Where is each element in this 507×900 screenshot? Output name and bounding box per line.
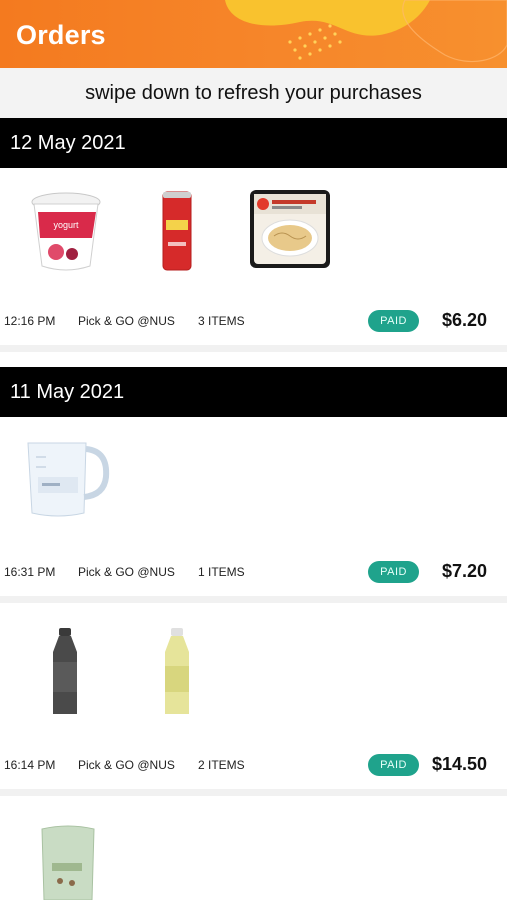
order-details: 16:14 PM Pick & GO @NUS 2 ITEMS PAID $14… — [0, 740, 507, 796]
soda-can-image — [162, 191, 192, 271]
order-amount: $7.20 — [441, 561, 487, 581]
order-details: 16:31 PM Pick & GO @NUS 1 ITEMS PAID $7.… — [0, 547, 507, 603]
page-title: Orders — [16, 20, 106, 50]
app-header: Orders — [0, 0, 507, 68]
order-card[interactable] — [0, 803, 507, 900]
status-badge: PAID — [368, 753, 419, 776]
measuring-jug-image — [27, 442, 110, 517]
svg-text:yogurt: yogurt — [53, 220, 79, 230]
status-badge: PAID — [368, 309, 419, 332]
order-time: 16:31 PM — [4, 564, 56, 579]
yogurt-cup-image: yogurt — [31, 192, 101, 271]
dark-bottle-image — [53, 628, 77, 714]
date-header: 11 May 2021 — [0, 367, 507, 417]
green-pouch-image — [41, 825, 95, 900]
order-time: 12:16 PM — [4, 313, 56, 328]
date-header: 12 May 2021 — [0, 118, 507, 168]
store-name: Pick & GO @NUS — [78, 564, 175, 579]
refresh-hint: swipe down to refresh your purchases — [0, 68, 507, 118]
item-count: 2 ITEMS — [198, 757, 245, 772]
order-card[interactable]: yogurt 12:16 PM Pick & GO @NUS 3 ITEMS P… — [0, 168, 507, 358]
item-count: 3 ITEMS — [198, 313, 245, 328]
juice-bottle-image — [165, 628, 189, 714]
order-card[interactable]: 16:31 PM Pick & GO @NUS 1 ITEMS PAID $7.… — [0, 417, 507, 607]
status-badge: PAID — [368, 560, 419, 583]
item-count: 1 ITEMS — [198, 564, 245, 579]
order-details: 12:16 PM Pick & GO @NUS 3 ITEMS PAID $6.… — [0, 296, 507, 352]
order-amount: $14.50 — [431, 754, 487, 774]
meal-box-image — [250, 190, 330, 268]
order-card[interactable]: 16:14 PM Pick & GO @NUS 2 ITEMS PAID $14… — [0, 610, 507, 800]
store-name: Pick & GO @NUS — [78, 757, 175, 772]
store-name: Pick & GO @NUS — [78, 313, 175, 328]
order-amount: $6.20 — [441, 310, 487, 330]
order-time: 16:14 PM — [4, 757, 56, 772]
